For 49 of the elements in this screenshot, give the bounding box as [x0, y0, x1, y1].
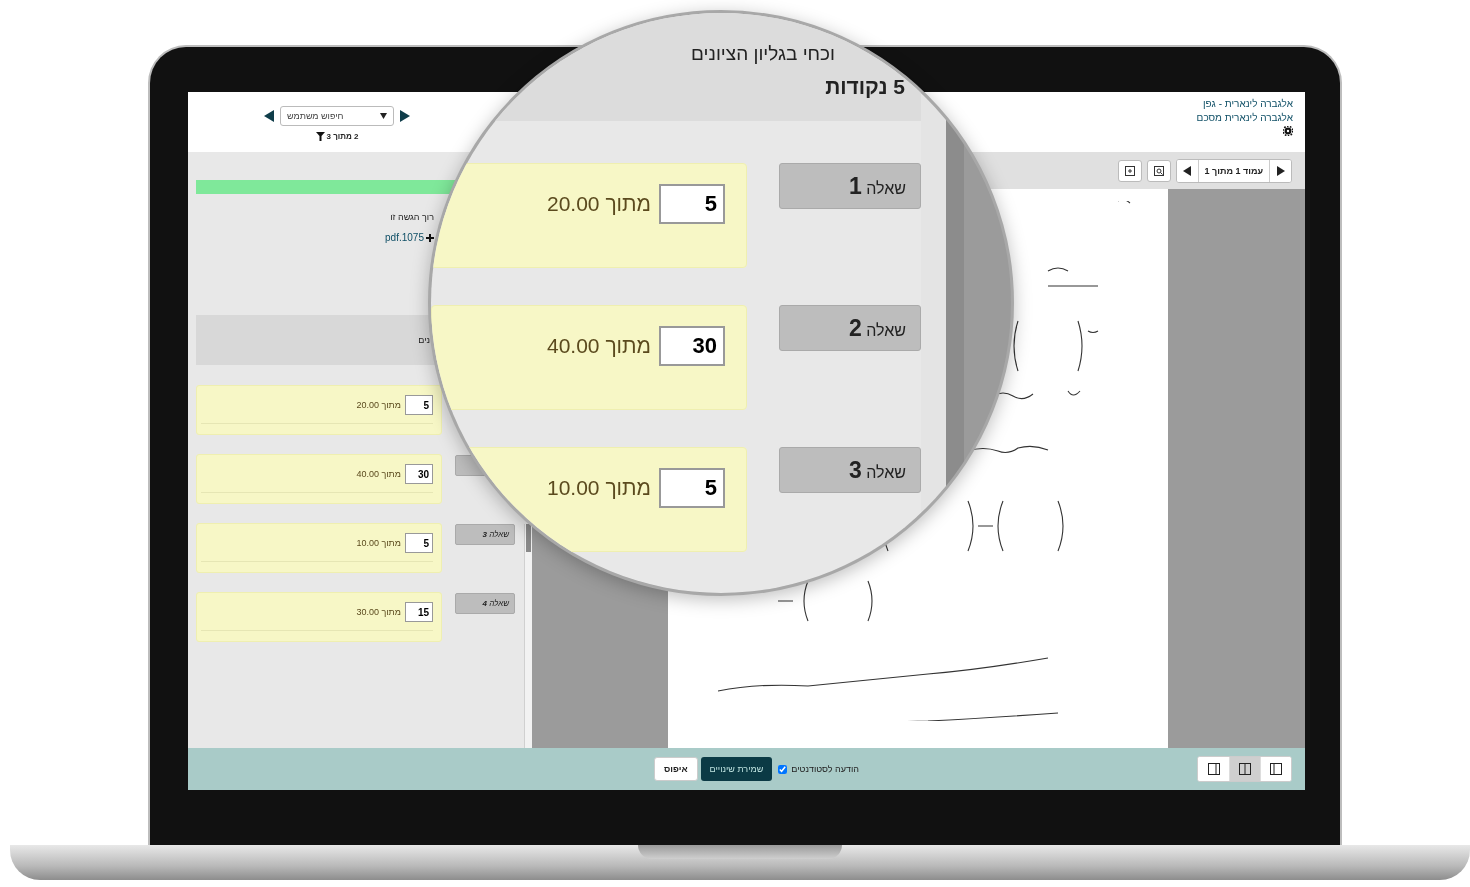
caret-icon [380, 113, 387, 119]
max-score: מתוך 20.00 [547, 191, 651, 217]
next-page-button[interactable] [1269, 159, 1291, 182]
course-link[interactable]: אלגברה לינארית - גפן [1202, 98, 1293, 109]
fit-page-button[interactable] [1117, 159, 1142, 182]
score-input[interactable]: 30 [405, 464, 433, 484]
settings-icon[interactable] [1283, 126, 1293, 136]
scrollbar[interactable] [524, 524, 532, 748]
arrow-left-icon [1183, 165, 1191, 176]
course-link[interactable]: אלגברה לינארית מסכם [1196, 112, 1293, 123]
position-count: 2 מתוך 3 [326, 132, 359, 141]
filter-icon[interactable] [315, 132, 325, 141]
next-arrow-icon[interactable] [400, 110, 410, 122]
panel-layout-icon [1239, 763, 1251, 775]
notify-checkbox[interactable] [778, 764, 788, 774]
user-search-dropdown[interactable]: חיפוש משתמש [280, 106, 394, 126]
total-points: 5 נקודות [825, 75, 905, 99]
max-score: מתוך 30.00 [356, 607, 401, 617]
save-button[interactable]: שמירת שינויים [700, 757, 773, 781]
max-score: מתוך 10.00 [547, 475, 651, 501]
section-title: נים [418, 335, 430, 345]
notify-label: הודעה לסטודנטים [791, 764, 860, 774]
layout-button[interactable] [1229, 757, 1260, 781]
submission-note: רוך הגשה זו [389, 212, 435, 222]
max-score: מתוך 20.00 [356, 400, 401, 410]
score-input[interactable]: 5 [659, 184, 725, 224]
panel-layout-icon [1207, 763, 1220, 775]
zoom-button[interactable] [1146, 159, 1171, 182]
max-score: מתוך 10.00 [356, 538, 401, 548]
reset-button[interactable]: איפוס [654, 757, 698, 781]
gradebook-title: וכחי בגליון הציונים [691, 43, 835, 65]
previous-page-button[interactable] [1176, 159, 1199, 182]
max-score: מתוך 40.00 [547, 333, 651, 359]
magnifier-icon [1153, 165, 1164, 176]
score-input[interactable]: 5 [659, 468, 725, 508]
score-input[interactable]: 5 [405, 533, 433, 553]
score-input[interactable]: 30 [659, 326, 725, 366]
plus-icon[interactable] [426, 233, 434, 242]
panel-layout-icon [1270, 763, 1282, 775]
dropdown-placeholder: חיפוש משתמש [287, 111, 344, 121]
max-score: מתוך 40.00 [356, 469, 401, 479]
file-link[interactable]: pdf.1075 [385, 232, 424, 243]
arrow-right-icon [1276, 165, 1285, 176]
previous-arrow-icon[interactable] [264, 110, 274, 122]
score-input[interactable]: 5 [405, 395, 433, 415]
score-input[interactable]: 15 [405, 602, 433, 622]
page-indicator: עמוד 1 מתוך 1 [1203, 164, 1264, 178]
layout-button[interactable] [1260, 757, 1291, 781]
fit-page-icon [1124, 165, 1135, 176]
